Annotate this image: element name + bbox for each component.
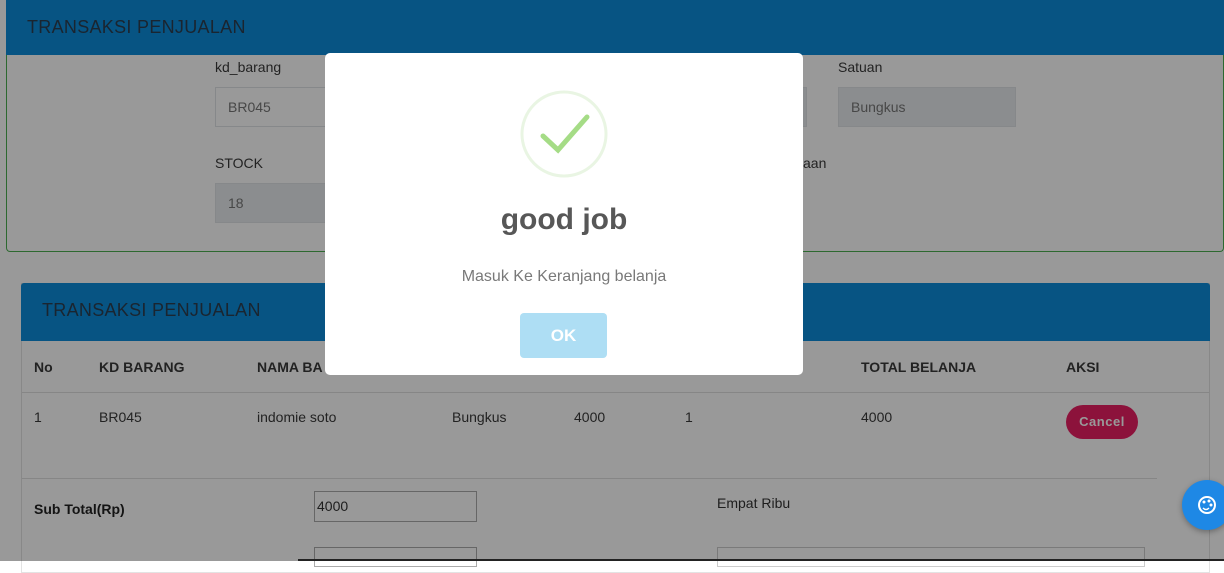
success-check-icon bbox=[520, 90, 608, 178]
dialog-title: good job bbox=[500, 203, 628, 236]
settings-fab[interactable] bbox=[1182, 480, 1224, 530]
dialog-message: Masuk Ke Keranjang belanja bbox=[461, 268, 667, 285]
ok-button[interactable]: OK bbox=[520, 313, 607, 358]
palette-icon bbox=[1198, 496, 1216, 514]
success-dialog: good job Masuk Ke Keranjang belanja OK bbox=[325, 53, 803, 375]
